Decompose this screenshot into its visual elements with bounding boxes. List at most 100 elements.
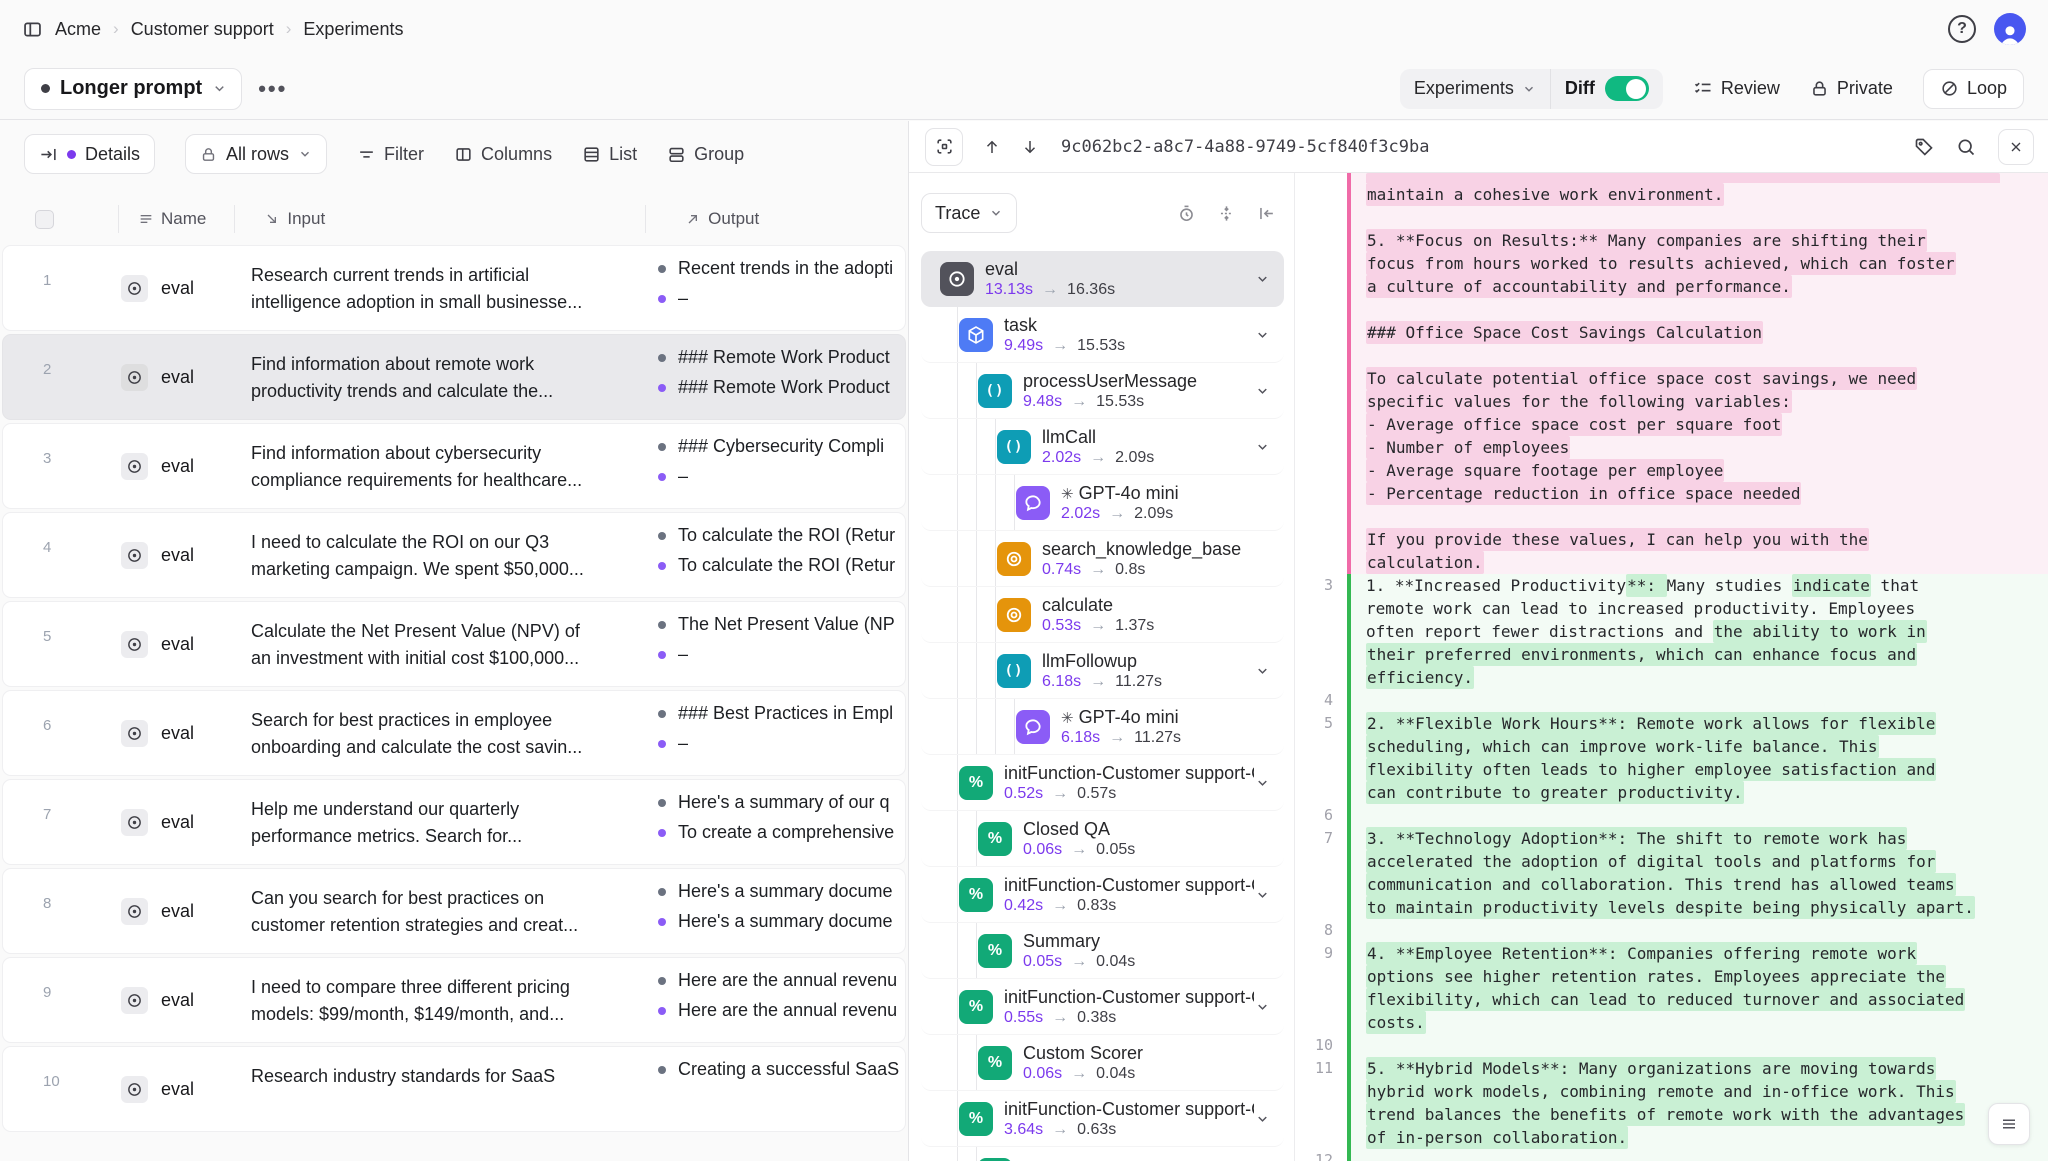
private-button[interactable]: Private — [1810, 78, 1893, 99]
span-type-icon: () — [978, 374, 1012, 408]
trace-node[interactable]: search_knowledge_base0.74s→0.8s — [921, 531, 1284, 587]
avatar[interactable] — [1994, 13, 2026, 45]
experiment-selector[interactable]: Longer prompt — [24, 68, 242, 110]
chevron-down-icon[interactable] — [1255, 271, 1270, 286]
chevron-down-icon[interactable] — [1255, 663, 1270, 678]
trace-node[interactable]: %Custom Scorer0.06s→0.04s — [921, 1035, 1284, 1091]
comparison-dot-icon — [658, 295, 666, 303]
column-header-name[interactable]: Name — [138, 209, 206, 229]
table-row[interactable]: 4evalI need to calculate the ROI on our … — [2, 512, 906, 598]
tree-guide-line — [995, 587, 996, 642]
base-dot-icon — [658, 265, 666, 273]
select-all-checkbox[interactable] — [35, 210, 54, 229]
trace-node[interactable]: %Closed QA0.06s→0.05s — [921, 811, 1284, 867]
collapse-left-icon[interactable] — [1257, 204, 1276, 223]
trace-node[interactable]: calculate0.53s→1.37s — [921, 587, 1284, 643]
tag-icon[interactable] — [1914, 137, 1934, 157]
search-icon[interactable] — [1956, 137, 1976, 157]
chevron-down-icon[interactable] — [1522, 82, 1536, 96]
table-row[interactable]: 10evalResearch industry standards for Sa… — [2, 1046, 906, 1132]
breadcrumb-page[interactable]: Experiments — [303, 19, 403, 40]
tree-guide-line — [976, 587, 977, 642]
trace-view-select[interactable]: Trace — [921, 193, 1017, 233]
list-button[interactable]: List — [582, 144, 637, 165]
node-name: initFunction-Customer support-C... — [1004, 987, 1254, 1008]
column-header-output[interactable]: Output — [685, 209, 759, 229]
sidebar-toggle-icon[interactable] — [22, 19, 43, 40]
base-dot-icon — [658, 532, 666, 540]
base-dot-icon — [658, 710, 666, 718]
next-row-button[interactable] — [1021, 138, 1039, 156]
table-row[interactable]: 6evalSearch for best practices in employ… — [2, 690, 906, 776]
output-field: – — [658, 644, 905, 665]
trace-node[interactable]: %initFunction-Customer support-C...3.64s… — [921, 1091, 1284, 1147]
table-row[interactable]: 7evalHelp me understand our quarterlyper… — [2, 779, 906, 865]
chevron-down-icon[interactable] — [1255, 439, 1270, 454]
table-row[interactable]: 8evalCan you search for best practices o… — [2, 868, 906, 954]
filter-icon — [357, 145, 376, 164]
span-type-icon: () — [997, 654, 1031, 688]
review-button[interactable]: Review — [1693, 78, 1780, 99]
diff-removed-line: To calculate potential office space cost… — [1351, 367, 2048, 390]
node-durations: 6.18s→11.27s — [1061, 729, 1181, 747]
expand-trace-button[interactable] — [925, 128, 963, 166]
trace-node[interactable]: task9.49s→15.53s — [921, 307, 1284, 363]
row-number: 6 — [3, 691, 121, 775]
all-rows-select[interactable]: All rows — [185, 134, 327, 174]
details-button[interactable]: Details — [24, 134, 155, 174]
chevron-down-icon[interactable] — [1255, 1111, 1270, 1126]
trace-node[interactable]: %Summary0.05s→0.04s — [921, 923, 1284, 979]
diff-toggle[interactable] — [1605, 76, 1649, 101]
timing-icon[interactable] — [1177, 204, 1196, 223]
row-output: Creating a successful SaaS — [648, 1047, 905, 1131]
trace-node[interactable]: ()llmCall2.02s→2.09s — [921, 419, 1284, 475]
diff-options-button[interactable] — [1988, 1103, 2030, 1145]
chevron-down-icon[interactable] — [1255, 327, 1270, 342]
more-options-button[interactable]: ••• — [258, 76, 287, 102]
table-row[interactable]: 2evalFind information about remote workp… — [2, 334, 906, 420]
trace-node[interactable]: ✳GPT-4o mini2.02s→2.09s — [921, 475, 1284, 531]
table-row[interactable]: 3evalFind information about cybersecurit… — [2, 423, 906, 509]
table-row[interactable]: 1evalResearch current trends in artifici… — [2, 245, 906, 331]
trace-node[interactable]: %initFunction-Customer support-C...0.42s… — [921, 867, 1284, 923]
diff-added-line: 94. **Employee Retention**: Companies of… — [1351, 942, 2048, 965]
column-header-input[interactable]: Input — [264, 209, 325, 229]
collapse-vertical-icon[interactable] — [1217, 204, 1236, 223]
chevron-down-icon[interactable] — [1255, 775, 1270, 790]
diff-added-line: to maintain productivity levels despite … — [1351, 896, 2048, 919]
trace-node[interactable]: %initFunction-Customer support-C...0.55s… — [921, 979, 1284, 1035]
trace-node[interactable]: %initFunction-Customer support-C...0.52s… — [921, 755, 1284, 811]
chevron-down-icon[interactable] — [1255, 999, 1270, 1014]
help-icon[interactable]: ? — [1948, 15, 1976, 43]
row-name: eval — [161, 634, 194, 655]
diff-added-line: often report fewer distractions and the … — [1351, 620, 2048, 643]
row-number: 4 — [3, 513, 121, 597]
filter-button[interactable]: Filter — [357, 144, 424, 165]
group-button[interactable]: Group — [667, 144, 744, 165]
trace-node[interactable]: ✳GPT-4o mini6.18s→11.27s — [921, 699, 1284, 755]
trace-node[interactable]: eval13.13s→16.36s — [921, 251, 1284, 307]
diff-removed-line: maintain a cohesive work environment. — [1351, 183, 2048, 206]
table-row[interactable]: 9evalI need to compare three different p… — [2, 957, 906, 1043]
close-panel-button[interactable] — [1998, 129, 2034, 165]
span-type-icon: % — [978, 1158, 1012, 1161]
span-type-icon — [1016, 710, 1050, 744]
node-name: calculate — [1042, 595, 1154, 616]
row-name: eval — [161, 367, 194, 388]
chevron-down-icon[interactable] — [1255, 383, 1270, 398]
chevron-down-icon[interactable] — [1255, 887, 1270, 902]
loop-button[interactable]: Loop — [1923, 69, 2024, 109]
columns-button[interactable]: Columns — [454, 144, 552, 165]
trace-node[interactable]: ()llmFollowup6.18s→11.27s — [921, 643, 1284, 699]
previous-row-button[interactable] — [983, 138, 1001, 156]
row-name: eval — [161, 278, 194, 299]
trace-id[interactable]: 9c062bc2-a8c7-4a88-9749-5cf840f3c9ba — [1061, 137, 1429, 157]
table-row[interactable]: 5evalCalculate the Net Present Value (NP… — [2, 601, 906, 687]
breadcrumb-project[interactable]: Customer support — [131, 19, 274, 40]
breadcrumb-workspace[interactable]: Acme — [55, 19, 101, 40]
breadcrumb-separator: › — [113, 19, 119, 39]
view-mode-select[interactable]: Experiments — [1414, 78, 1514, 99]
trace-node[interactable]: ()processUserMessage9.48s→15.53s — [921, 363, 1284, 419]
diff-added-line: flexibility often leads to higher employ… — [1351, 758, 2048, 781]
trace-node[interactable]: %Intent Classification — [921, 1147, 1284, 1161]
